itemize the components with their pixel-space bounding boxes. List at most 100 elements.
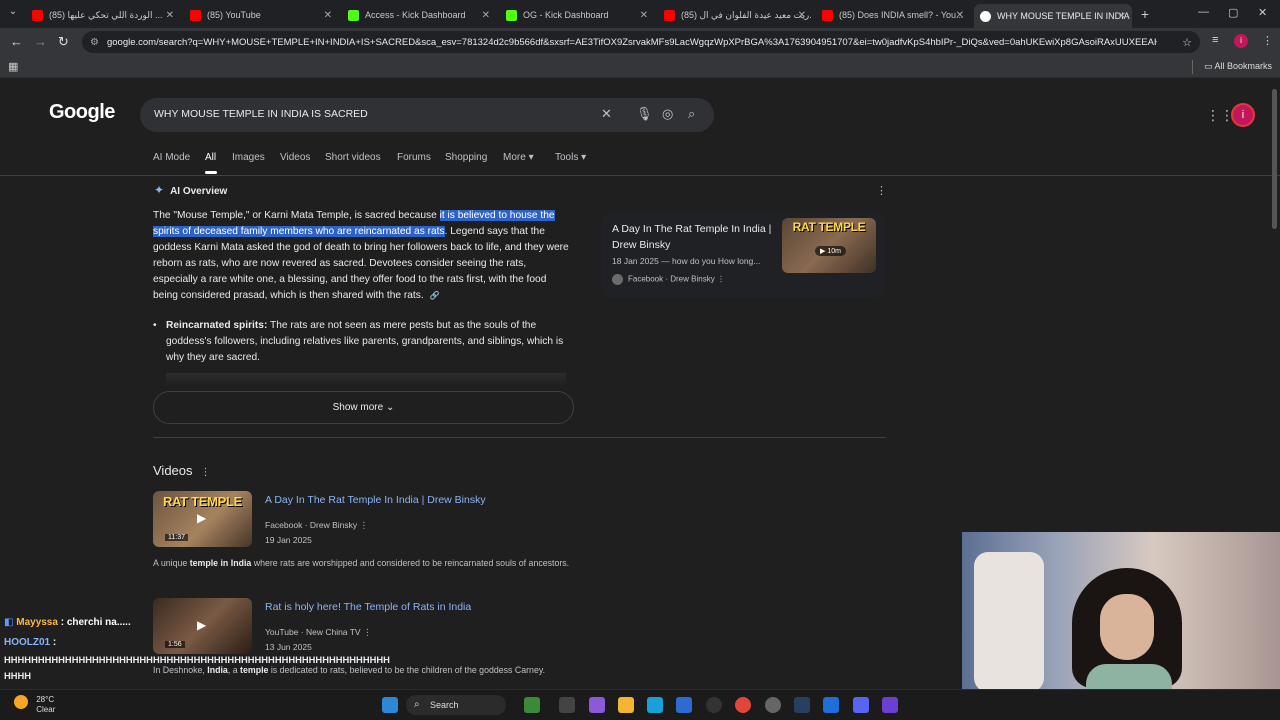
tab-shopping[interactable]: Shopping	[445, 152, 487, 163]
more-options-icon[interactable]: ⋮	[360, 520, 369, 530]
all-bookmarks-button[interactable]: ▭ All Bookmarks	[1204, 61, 1272, 72]
tab-more[interactable]: More ▾	[503, 152, 534, 163]
widgets-icon[interactable]	[524, 697, 540, 713]
lens-icon[interactable]: ◎	[662, 106, 673, 122]
show-more-button[interactable]: Show more ⌄	[153, 391, 574, 424]
media-controls-icon[interactable]: ≡	[1212, 34, 1218, 46]
site-info-icon[interactable]: ⚙	[90, 37, 99, 48]
store-icon[interactable]	[676, 697, 692, 713]
chevron-down-icon: ▾	[581, 152, 587, 163]
discord-icon[interactable]	[853, 697, 869, 713]
tab-label: WHY MOUSE TEMPLE IN INDIA	[997, 11, 1130, 21]
page-scrollbar[interactable]	[1272, 89, 1277, 229]
taskbar-search[interactable]: ⌕ Search	[406, 695, 506, 715]
card-thumbnail[interactable]: RAT TEMPLE ▶ 10m	[782, 218, 876, 273]
chrome-icon[interactable]	[735, 697, 751, 713]
tab-images[interactable]: Images	[232, 152, 265, 163]
weather-widget[interactable]: 28°C Clear	[14, 695, 55, 715]
desc-bold: temple in India	[189, 558, 252, 568]
video-title[interactable]: Rat is holy here! The Temple of Rats in …	[265, 601, 471, 613]
close-icon[interactable]: ✕	[956, 10, 964, 21]
maximize-icon[interactable]: ▢	[1228, 6, 1238, 19]
search-box[interactable]: WHY MOUSE TEMPLE IN INDIA IS SACRED ✕ 🎙 …	[140, 98, 714, 132]
more-options-icon[interactable]: ⋮	[876, 184, 887, 197]
bookmarks-bar: ▦ ▭ All Bookmarks	[0, 56, 1280, 78]
window-close-icon[interactable]: ✕	[1258, 6, 1267, 19]
tab-4[interactable]: OG - Kick Dashboard ✕	[500, 4, 654, 26]
task-view-icon[interactable]	[559, 697, 575, 713]
video-title[interactable]: A Day In The Rat Temple In India | Drew …	[265, 494, 486, 506]
more-options-icon[interactable]: ⋮	[717, 275, 725, 284]
file-explorer-icon[interactable]	[618, 697, 634, 713]
tab-7-active[interactable]: WHY MOUSE TEMPLE IN INDIA ✕	[974, 4, 1132, 28]
app-icon[interactable]	[823, 697, 839, 713]
close-icon[interactable]: ✕	[324, 10, 332, 21]
google-logo[interactable]: Google	[49, 101, 115, 124]
tab-6[interactable]: (85) Does INDIA smell? - You... ✕	[816, 4, 970, 26]
chat-message-continued: HHHH	[4, 670, 32, 681]
bullet-heading: Reincarnated spirits:	[166, 320, 268, 331]
reload-icon[interactable]: ↻	[58, 34, 69, 50]
more-options-icon[interactable]: ⋮	[201, 467, 211, 478]
settings-icon[interactable]	[765, 697, 781, 713]
close-icon[interactable]: ✕	[166, 10, 174, 21]
youtube-icon	[664, 9, 675, 21]
close-icon[interactable]: ✕	[1118, 11, 1126, 22]
tab-ai-mode[interactable]: AI Mode	[153, 152, 190, 163]
steam-icon[interactable]	[794, 697, 810, 713]
new-tab-button[interactable]: +	[1136, 5, 1154, 23]
video-thumbnail[interactable]: RAT TEMPLE ▶ 11:37	[153, 491, 252, 547]
apps-icon[interactable]: ▦	[8, 60, 18, 73]
play-icon: ▶	[197, 511, 207, 525]
tab-2[interactable]: (85) YouTube ✕	[184, 4, 338, 26]
url-text: google.com/search?q=WHY+MOUSE+TEMPLE+IN+…	[106, 36, 1157, 48]
bullet-dot: •	[153, 320, 157, 331]
kick-icon	[348, 9, 359, 21]
profile-avatar[interactable]: i	[1234, 34, 1248, 48]
microphone-icon[interactable]: 🎙	[636, 106, 653, 122]
youtube-icon	[822, 9, 833, 21]
tab-5[interactable]: (85) ريت معيد عيدة الفلوان في ال... ✕	[658, 4, 812, 26]
browser-menu-icon[interactable]: ⋮	[1262, 34, 1273, 47]
close-icon[interactable]: ✕	[482, 10, 490, 21]
link-icon[interactable]: 🔗	[430, 288, 440, 304]
tab-3[interactable]: Access - Kick Dashboard ✕	[342, 4, 496, 26]
video-description: A unique temple in India where rats are …	[153, 556, 583, 570]
tab-1[interactable]: (85) الوردة اللي تحكي عليها ... ✕	[26, 4, 180, 26]
youtube-icon	[32, 9, 43, 21]
search-input[interactable]: WHY MOUSE TEMPLE IN INDIA IS SACRED	[154, 108, 368, 120]
desc-text: where rats are worshipped and considered…	[251, 558, 570, 568]
chat-username: HOOLZ01	[4, 637, 51, 648]
start-icon[interactable]	[382, 697, 398, 713]
tab-tools[interactable]: Tools ▾	[555, 152, 586, 163]
chat-text: :	[52, 637, 57, 648]
tab-videos[interactable]: Videos	[280, 152, 310, 163]
search-icon[interactable]: ⌕	[688, 106, 695, 122]
card-title[interactable]: A Day In The Rat Temple In India | Drew …	[612, 221, 777, 253]
tab-search-icon[interactable]: ⌄	[4, 6, 22, 22]
account-avatar[interactable]: i	[1231, 103, 1255, 127]
tab-short-videos[interactable]: Short videos	[325, 152, 381, 163]
address-bar[interactable]: ⚙ google.com/search?q=WHY+MOUSE+TEMPLE+I…	[82, 31, 1200, 53]
bookmark-star-icon[interactable]: ☆	[1182, 36, 1192, 49]
fade-overlay	[166, 373, 566, 387]
tab-strip: ⌄ (85) الوردة اللي تحكي عليها ... ✕ (85)…	[0, 0, 1280, 28]
windows-taskbar: 28°C Clear ⌕ Search	[0, 689, 1280, 720]
tab-all[interactable]: All	[205, 152, 216, 163]
clear-icon[interactable]: ✕	[601, 106, 612, 122]
tab-label: (85) YouTube	[207, 10, 261, 20]
close-icon[interactable]: ✕	[640, 10, 648, 21]
weather-icon	[14, 695, 28, 709]
minimize-icon[interactable]: —	[1198, 6, 1209, 18]
close-icon[interactable]: ✕	[798, 10, 806, 21]
google-apps-icon[interactable]: ⋮⋮	[1206, 107, 1234, 124]
obs-icon[interactable]	[882, 697, 898, 713]
back-icon[interactable]: ←	[10, 34, 23, 49]
app-icon[interactable]	[706, 697, 722, 713]
source-card[interactable]: A Day In The Rat Temple In India | Drew …	[601, 212, 886, 298]
forward-icon[interactable]: →	[34, 34, 47, 49]
tab-forums[interactable]: Forums	[397, 152, 431, 163]
edge-icon[interactable]	[647, 697, 663, 713]
copilot-icon[interactable]	[589, 697, 605, 713]
google-icon	[980, 10, 991, 22]
